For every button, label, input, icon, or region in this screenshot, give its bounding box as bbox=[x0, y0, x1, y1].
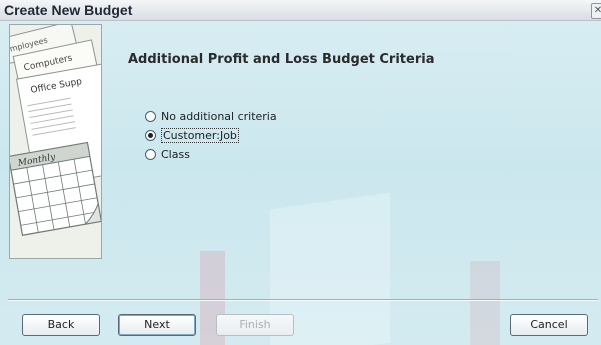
page-heading: Additional Profit and Loss Budget Criter… bbox=[128, 52, 435, 67]
title-bar: Create New Budget ✕ bbox=[0, 0, 601, 21]
button-divider bbox=[8, 299, 598, 301]
finish-button: Finish bbox=[216, 314, 294, 336]
close-icon[interactable]: ✕ bbox=[591, 3, 601, 19]
back-button[interactable]: Back bbox=[22, 314, 100, 336]
radio-option-no-criteria[interactable]: No additional criteria bbox=[145, 107, 277, 126]
radio-button[interactable] bbox=[145, 111, 156, 122]
criteria-radio-group: No additional criteria Customer:Job Clas… bbox=[145, 107, 277, 164]
radio-label: Class bbox=[161, 148, 190, 161]
dialog-body: mployees Computers Office Supp Monthly A… bbox=[0, 21, 601, 345]
radio-button[interactable] bbox=[145, 149, 156, 160]
radio-label: Customer:Job bbox=[161, 128, 239, 143]
radio-option-class[interactable]: Class bbox=[145, 145, 277, 164]
budget-illustration: mployees Computers Office Supp Monthly bbox=[9, 24, 102, 259]
radio-label: No additional criteria bbox=[161, 110, 277, 123]
budget-illustration-graphic: mployees Computers Office Supp Monthly bbox=[10, 25, 101, 258]
watermark-shape bbox=[470, 261, 500, 345]
next-button[interactable]: Next bbox=[118, 314, 196, 336]
window-title: Create New Budget bbox=[4, 2, 133, 18]
radio-button[interactable] bbox=[145, 130, 156, 141]
cancel-button[interactable]: Cancel bbox=[510, 314, 588, 336]
radio-option-customer-job[interactable]: Customer:Job bbox=[145, 126, 277, 145]
